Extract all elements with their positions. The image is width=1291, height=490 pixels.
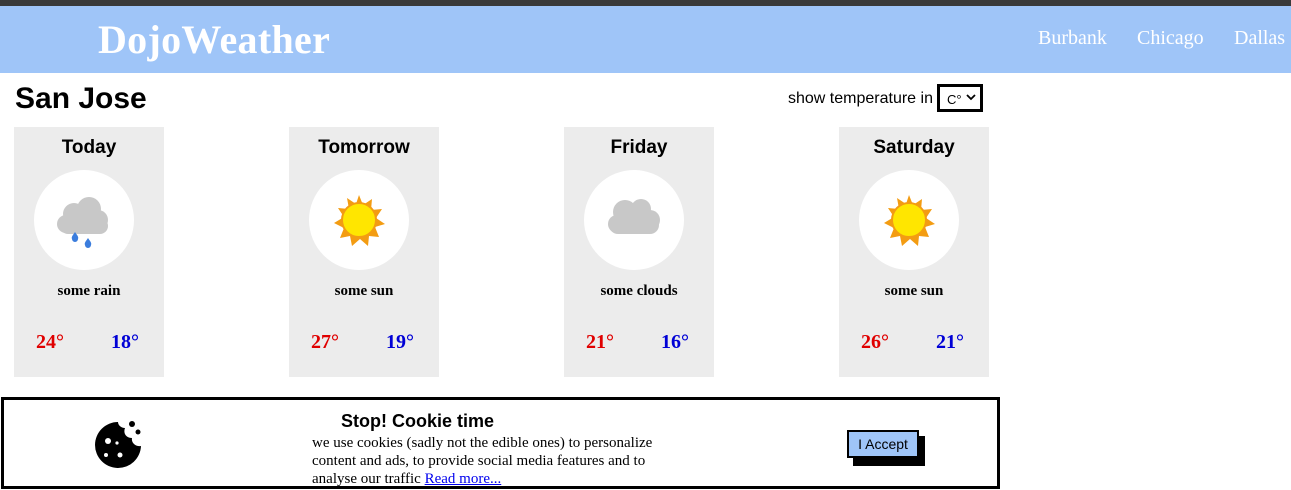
nav-link-dallas[interactable]: Dallas [1234,27,1285,50]
unit-selected-value: C° [947,92,962,107]
sun-icon [334,195,385,246]
read-more-link[interactable]: Read more... [425,471,502,487]
sun-icon [884,195,935,246]
nav-link-burbank[interactable]: Burbank [1038,27,1107,50]
high-temperature: 26° [861,331,889,353]
forecast-description: some sun [334,283,394,299]
forecast-card-saturday: Saturday some sun 26° 21° [839,127,989,377]
cloud-icon [608,199,660,234]
cookie-title: Stop! Cookie time [341,411,495,431]
low-temperature: 16° [661,331,689,353]
low-temperature: 21° [936,331,964,353]
weather-icon-circle [859,170,959,270]
weather-icon-circle [309,170,409,270]
site-header: DojoWeather Burbank Chicago Dallas [0,6,1291,73]
high-temperature: 21° [586,331,614,353]
forecast-day: Friday [610,137,668,158]
forecast-description: some clouds [600,283,678,299]
temperature-unit-select[interactable]: C° [937,84,983,112]
temperature-unit-label: show temperature in [788,90,933,107]
weather-icon-circle [34,170,134,270]
forecast-card-tomorrow: Tomorrow some sun 27° 19° [289,127,439,377]
forecast-card-friday: Friday some clouds 21° 16° [564,127,714,377]
forecast-card-today: Today some rain 24° 18° [14,127,164,377]
forecast-day: Today [61,137,117,158]
high-temperature: 24° [36,331,64,353]
cookie-banner: Stop! Cookie time we use cookies (sadly … [1,397,1000,489]
rain-cloud-icon [57,197,108,248]
cookie-icon [95,421,141,468]
low-temperature: 18° [111,331,139,353]
forecast-day: Tomorrow [318,137,410,158]
accept-button[interactable]: I Accept [847,430,919,458]
city-title: San Jose [15,82,147,115]
low-temperature: 19° [386,331,414,353]
forecast-description: some sun [884,283,944,299]
logo[interactable]: DojoWeather [98,18,330,62]
chevron-down-icon [966,94,976,101]
forecast-day: Saturday [873,137,955,158]
high-temperature: 27° [311,331,339,353]
weather-icon-circle [584,170,684,270]
cookie-text-block: we use cookies (sadly not the edible one… [312,434,692,488]
nav-link-chicago[interactable]: Chicago [1137,27,1204,50]
forecast-description: some rain [57,283,121,299]
